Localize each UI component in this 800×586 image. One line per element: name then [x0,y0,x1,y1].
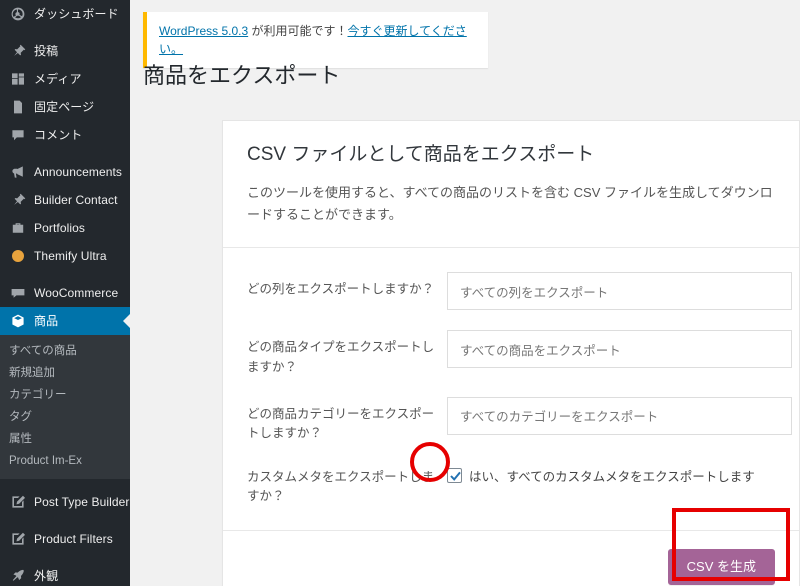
sidebar-item-dashboard[interactable]: ダッシュボード [0,0,130,28]
submenu-item-product-im-ex[interactable]: Product Im-Ex [0,450,130,472]
columns-select-value: すべての列をエクスポート [460,285,609,300]
sidebar-item-themify-ultra[interactable]: Themify Ultra [0,242,130,270]
product-types-select-value: すべての商品をエクスポート [460,343,621,358]
sidebar-item-label: Builder Contact [34,193,118,207]
sidebar-item-label: メディア [34,72,82,86]
sidebar-item-label: Announcements [34,165,123,179]
form-row-custom-meta: カスタムメタをエクスポートしますか？ はい、すべてのカスタムメタをエクスポートし… [247,454,775,521]
custom-meta-checkbox[interactable] [447,467,462,483]
form-row-product-categories: どの商品カテゴリーをエクスポートしますか？ すべてのカテゴリーをエクスポート [247,387,792,454]
sidebar-item-label: Product Filters [34,532,113,546]
sidebar-item-media[interactable]: メディア [0,65,130,93]
product-types-select[interactable]: すべての商品をエクスポート [447,330,792,369]
sidebar-item-product-filters[interactable]: Product Filters [0,525,130,553]
wordpress-version-link[interactable]: WordPress 5.0.3 [159,24,248,38]
submenu-item-attributes[interactable]: 属性 [0,428,130,450]
custom-meta-checkbox-wrap[interactable]: はい、すべてのカスタムメタをエクスポートします [447,460,775,485]
form-label-product-types: どの商品タイプをエクスポートしますか？ [247,340,435,374]
product-categories-select[interactable]: すべてのカテゴリーをエクスポート [447,396,792,435]
comment-icon [9,126,27,144]
form-field-product-categories: すべてのカテゴリーをエクスポート [447,396,792,435]
sidebar-item-label: Post Type Builder [34,495,130,509]
form-field-product-types: すべての商品をエクスポート [447,330,792,369]
form-field-columns: すべての列をエクスポート [447,272,792,311]
update-notice: WordPress 5.0.3 が利用可能です！今すぐ更新してください。 [143,12,488,68]
sidebar-item-builder-contact[interactable]: Builder Contact [0,186,130,214]
card-header: CSV ファイルとして商品をエクスポート このツールを使用すると、すべての商品の… [223,121,799,247]
form-label-custom-meta: カスタムメタをエクスポートしますか？ [247,469,435,504]
woo-icon [9,284,27,302]
card-heading: CSV ファイルとして商品をエクスポート [247,144,595,165]
sidebar-item-appearance[interactable]: 外観 [0,562,130,586]
dashboard-icon [9,5,27,23]
sidebar-item-label: 固定ページ [34,100,95,114]
form-field-custom-meta: はい、すべてのカスタムメタをエクスポートします [447,460,775,485]
submenu-item-all-products[interactable]: すべての商品 [0,340,130,362]
sidebar-item-announcements[interactable]: Announcements [0,158,130,186]
pin-icon [9,191,27,209]
card-footer: CSV を生成 [223,531,799,586]
media-icon [9,70,27,88]
pin-icon [9,42,27,60]
custom-meta-checkbox-label: はい、すべてのカスタムメタをエクスポートします [469,469,755,484]
page-title: 商品をエクスポート [143,63,341,88]
sidebar-item-label: Themify Ultra [34,249,107,263]
sidebar-item-label: ダッシュボード [34,7,119,21]
sidebar-item-comments[interactable]: コメント [0,121,130,149]
sidebar-item-label: WooCommerce [34,286,119,300]
edit-icon [9,530,27,548]
megaphone-icon [9,163,27,181]
sidebar-item-label: 投稿 [34,44,59,58]
card-description: このツールを使用すると、すべての商品のリストを含む CSV ファイルを生成してダ… [247,184,773,223]
columns-select[interactable]: すべての列をエクスポート [447,272,792,311]
product-categories-select-value: すべてのカテゴリーをエクスポート [460,410,659,425]
content-area: WordPress 5.0.3 が利用可能です！今すぐ更新してください。 商品を… [130,0,800,586]
submenu-item-add-new[interactable]: 新規追加 [0,362,130,384]
edit-icon [9,493,27,511]
form-row-columns: どの列をエクスポートしますか？ すべての列をエクスポート [247,262,792,320]
sidebar-item-woocommerce[interactable]: WooCommerce [0,279,130,307]
admin-sidebar: ダッシュボード 投稿 メディア 固定ページ コメント Announcements… [0,0,130,586]
export-card: CSV ファイルとして商品をエクスポート このツールを使用すると、すべての商品の… [222,120,800,586]
products-submenu: すべての商品 新規追加 カテゴリー タグ 属性 Product Im-Ex [0,335,130,479]
sidebar-item-label: 商品 [34,314,59,328]
themify-icon [9,247,27,265]
form-label-columns: どの列をエクスポートしますか？ [247,282,435,297]
export-form: どの列をエクスポートしますか？ すべての列をエクスポート どの商品タイプをエクス… [223,248,799,530]
sidebar-item-label: コメント [34,128,83,142]
sidebar-item-posts[interactable]: 投稿 [0,37,130,65]
sidebar-item-products[interactable]: 商品 [0,307,130,335]
sidebar-item-label: 外観 [34,569,59,583]
update-notice-text: が利用可能です！ [248,24,348,38]
product-box-icon [9,312,27,330]
portfolio-icon [9,219,27,237]
screen: ダッシュボード 投稿 メディア 固定ページ コメント Announcements… [0,0,800,586]
form-row-product-types: どの商品タイプをエクスポートしますか？ すべての商品をエクスポート [247,320,792,387]
checkmark-icon [450,471,461,481]
appearance-icon [9,567,27,585]
generate-csv-button[interactable]: CSV を生成 [667,549,775,586]
form-label-product-categories: どの商品カテゴリーをエクスポートしますか？ [247,406,435,441]
sidebar-item-portfolios[interactable]: Portfolios [0,214,130,242]
sidebar-item-post-type-builder[interactable]: Post Type Builder [0,488,130,516]
submenu-item-categories[interactable]: カテゴリー [0,384,130,406]
sidebar-item-label: Portfolios [34,221,86,235]
sidebar-item-pages[interactable]: 固定ページ [0,93,130,121]
pages-icon [9,98,27,116]
submenu-item-tags[interactable]: タグ [0,406,130,428]
